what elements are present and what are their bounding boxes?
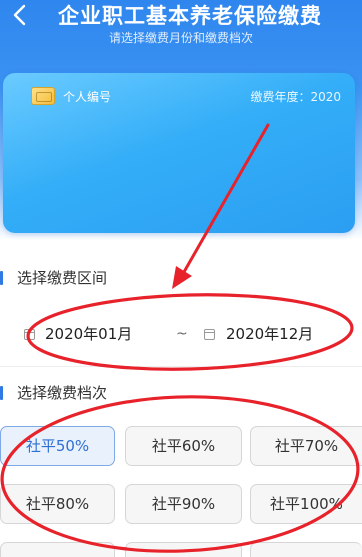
level-option-90[interactable]: 社平90% bbox=[125, 484, 242, 524]
period-section-title: 选择缴费区间 bbox=[0, 268, 200, 288]
level-option-row3[interactable] bbox=[0, 542, 115, 557]
level-option-70[interactable]: 社平70% bbox=[250, 426, 362, 466]
level-option-row3[interactable] bbox=[250, 542, 362, 557]
page-title: 企业职工基本养老保险缴费 bbox=[58, 4, 322, 28]
section-accent-bar bbox=[0, 386, 3, 400]
page-subtitle: 请选择缴费月份和缴费档次 bbox=[108, 31, 253, 45]
level-section-title: 选择缴费档次 bbox=[0, 383, 200, 403]
start-month-picker[interactable]: 2020年01月 bbox=[45, 318, 132, 350]
range-separator: ~ bbox=[176, 326, 188, 342]
calendar-icon bbox=[204, 329, 215, 340]
header-banner: 企业职工基本养老保险缴费 请选择缴费月份和缴费档次 个人编号 缴费年度：2020 bbox=[0, 0, 362, 240]
divider bbox=[0, 366, 362, 367]
level-option-100[interactable]: 社平100% bbox=[250, 484, 362, 524]
personal-id-label: 个人编号 bbox=[63, 90, 112, 104]
level-option-60[interactable]: 社平60% bbox=[125, 426, 242, 466]
section-accent-bar bbox=[0, 271, 3, 285]
payment-year-label: 缴费年度：2020 bbox=[250, 90, 341, 104]
level-option-row3[interactable] bbox=[125, 542, 242, 557]
period-picker: 2020年01月 ~ 2020年12月 bbox=[0, 318, 362, 350]
insurance-card: 个人编号 缴费年度：2020 bbox=[3, 73, 355, 233]
level-option-80[interactable]: 社平80% bbox=[0, 484, 115, 524]
chip-icon bbox=[31, 87, 55, 105]
calendar-icon bbox=[24, 329, 35, 340]
level-highlight-ellipse bbox=[0, 395, 360, 553]
end-month-picker[interactable]: 2020年12月 bbox=[226, 318, 313, 350]
level-option-50[interactable]: 社平50% bbox=[0, 426, 115, 466]
back-arrow-icon[interactable] bbox=[8, 2, 34, 28]
